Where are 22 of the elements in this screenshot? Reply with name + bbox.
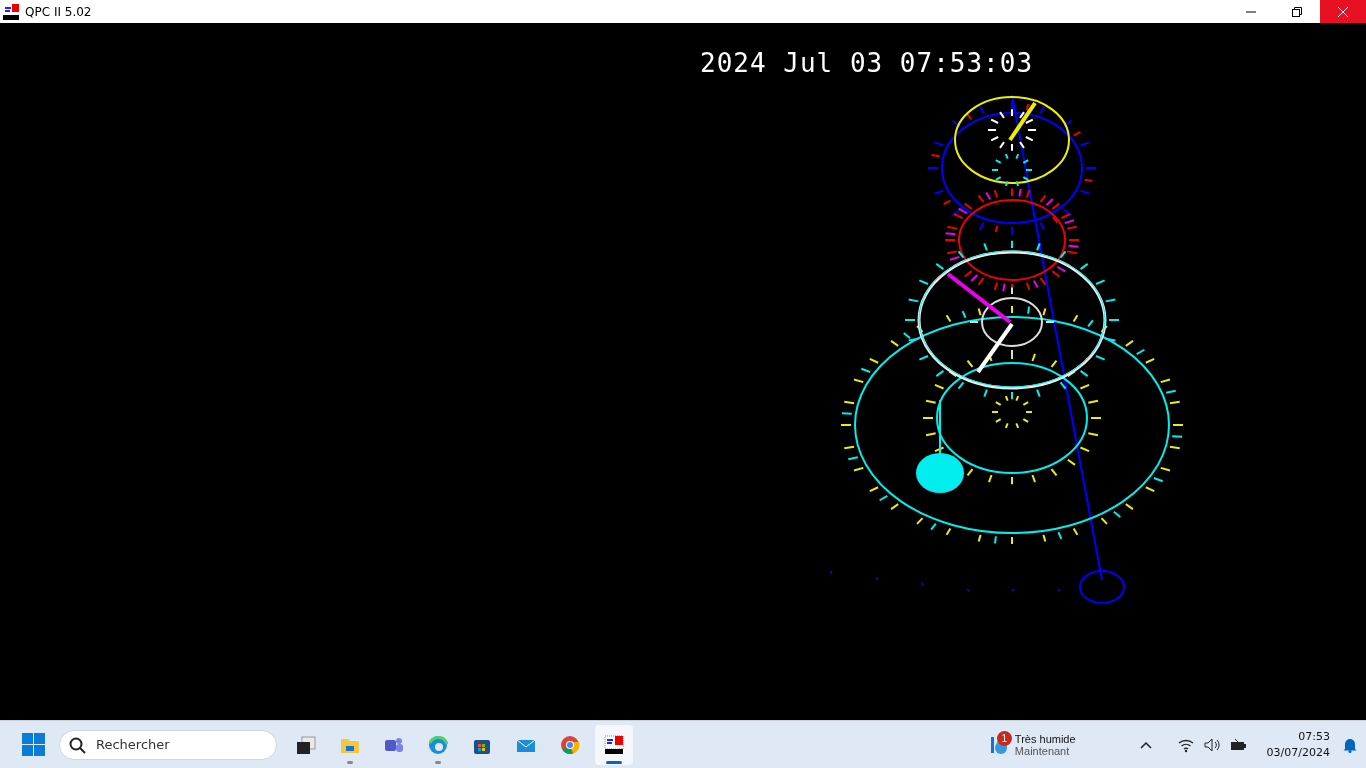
chevron-up-icon[interactable] [1139, 739, 1152, 750]
weather-widget[interactable]: 1 Très humide Maintenant [986, 732, 1080, 757]
taskbar-app-button[interactable] [595, 724, 633, 765]
chrome-icon [560, 734, 580, 755]
notification-badge: 1 [996, 730, 1012, 746]
weather-subtitle: Maintenant [1014, 744, 1070, 757]
taskbar-clock[interactable]: 07:53 03/07/2024 [1262, 728, 1334, 761]
search-icon [69, 736, 86, 754]
weather-title: Très humide [1014, 732, 1076, 745]
qpc-logo-icon [604, 734, 624, 755]
close-icon [1338, 6, 1348, 17]
restore-icon [1292, 6, 1302, 17]
date-time-readout: 2024 Jul 03 07:53:03 [700, 48, 1034, 78]
window-title: QPC II 5.02 [25, 4, 93, 19]
battery-icon[interactable] [1229, 736, 1247, 753]
bell-icon[interactable] [1342, 736, 1358, 753]
edge-icon [428, 734, 448, 755]
speaker-icon[interactable] [1203, 736, 1220, 753]
windows-logo-icon [22, 733, 45, 756]
search-field[interactable]: Rechercher [59, 729, 277, 760]
qpc-logo-icon [3, 3, 19, 20]
window-stack-icon [296, 734, 316, 755]
